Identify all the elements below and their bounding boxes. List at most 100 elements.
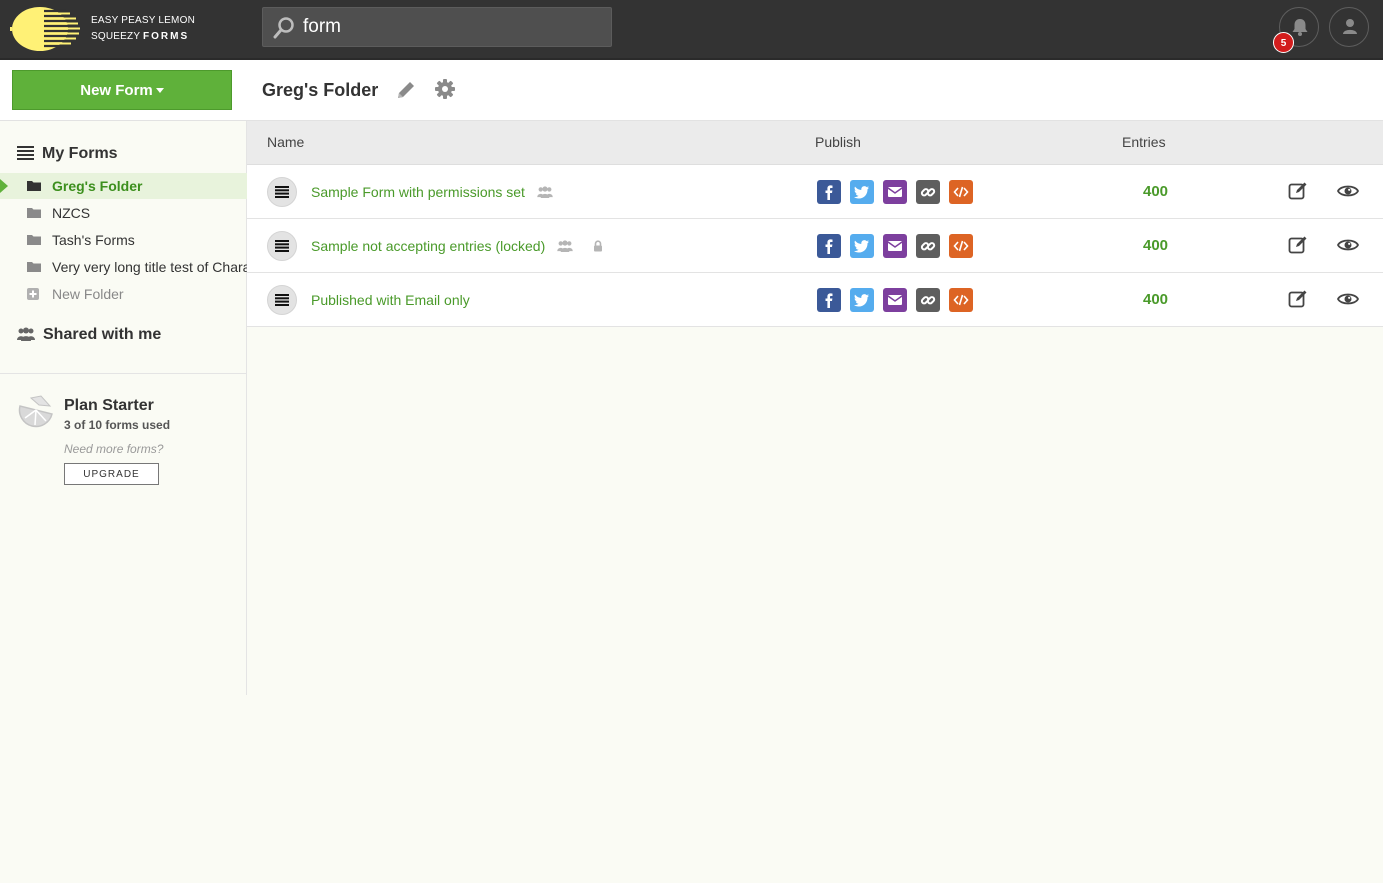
link-icon bbox=[920, 188, 936, 197]
entries-count[interactable]: 400 bbox=[1143, 291, 1168, 308]
folder-icon bbox=[27, 208, 41, 218]
column-header-name[interactable]: Name bbox=[267, 134, 304, 150]
my-forms-label: My Forms bbox=[42, 145, 118, 162]
folder-label: Tash's Forms bbox=[52, 232, 135, 248]
sidebar: My Forms Greg's Folder NZCS Tash's Forms… bbox=[0, 121, 247, 695]
envelope-icon bbox=[887, 187, 903, 197]
publish-facebook-button[interactable] bbox=[817, 180, 841, 204]
pencil-icon[interactable] bbox=[395, 79, 417, 101]
form-title-link[interactable]: Sample Form with permissions set bbox=[311, 184, 553, 200]
publish-email-button[interactable] bbox=[883, 180, 907, 204]
plus-square-icon bbox=[27, 288, 39, 300]
brand-line-2-a: SQUEEZY bbox=[91, 31, 141, 42]
plan-usage: 3 of 10 forms used bbox=[64, 418, 171, 432]
sidebar-divider bbox=[0, 373, 246, 374]
publish-facebook-button[interactable] bbox=[817, 234, 841, 258]
folder-label: Very very long title test of Characters bbox=[52, 259, 247, 275]
top-header: EASY PEASY LEMON SQUEEZY FORMS 5 bbox=[0, 0, 1383, 60]
sidebar-folder-tashs-forms[interactable]: Tash's Forms bbox=[0, 227, 247, 253]
publish-twitter-button[interactable] bbox=[850, 180, 874, 204]
code-icon bbox=[953, 186, 969, 198]
publish-link-button[interactable] bbox=[916, 180, 940, 204]
new-form-button[interactable]: New Form bbox=[12, 70, 232, 110]
list-icon bbox=[17, 146, 34, 160]
folder-icon bbox=[27, 181, 41, 191]
brand-line-2-b: FORMS bbox=[143, 31, 190, 42]
form-title: Sample Form with permissions set bbox=[311, 184, 525, 200]
folder-label: Greg's Folder bbox=[52, 178, 143, 194]
search-input[interactable] bbox=[303, 8, 603, 46]
table-row: Sample not accepting entries (locked) 40… bbox=[247, 219, 1383, 273]
users-icon bbox=[17, 327, 35, 341]
facebook-icon bbox=[825, 293, 833, 308]
sidebar-folder-nzcs[interactable]: NZCS bbox=[0, 200, 247, 226]
brand-line-2: SQUEEZY FORMS bbox=[91, 29, 195, 45]
users-icon bbox=[537, 186, 553, 198]
publish-email-button[interactable] bbox=[883, 288, 907, 312]
upgrade-button[interactable]: UPGRADE bbox=[64, 463, 159, 485]
link-icon bbox=[920, 242, 936, 251]
column-header-publish: Publish bbox=[815, 134, 861, 150]
code-icon bbox=[953, 240, 969, 252]
edit-icon[interactable] bbox=[1288, 181, 1308, 201]
form-title-link[interactable]: Published with Email only bbox=[311, 292, 470, 308]
form-title: Sample not accepting entries (locked) bbox=[311, 238, 546, 254]
form-list-icon[interactable] bbox=[267, 231, 297, 261]
facebook-icon bbox=[825, 185, 833, 200]
lemon-slice-icon bbox=[18, 395, 53, 428]
publish-twitter-button[interactable] bbox=[850, 288, 874, 312]
entries-count[interactable]: 400 bbox=[1143, 237, 1168, 254]
active-indicator bbox=[0, 179, 8, 193]
form-list-icon[interactable] bbox=[267, 177, 297, 207]
edit-icon[interactable] bbox=[1288, 235, 1308, 255]
gear-icon[interactable] bbox=[434, 78, 456, 100]
facebook-icon bbox=[825, 239, 833, 254]
my-forms-heading[interactable]: My Forms bbox=[17, 145, 118, 163]
code-icon bbox=[953, 294, 969, 306]
caret-down-icon bbox=[155, 88, 164, 94]
publish-twitter-button[interactable] bbox=[850, 234, 874, 258]
publish-email-button[interactable] bbox=[883, 234, 907, 258]
table-row: Published with Email only 400 bbox=[247, 273, 1383, 327]
shared-with-me-heading[interactable]: Shared with me bbox=[17, 326, 161, 344]
folder-title: Greg's Folder bbox=[262, 80, 379, 100]
edit-icon[interactable] bbox=[1288, 289, 1308, 309]
notification-count-badge: 5 bbox=[1273, 32, 1294, 53]
lock-icon bbox=[594, 240, 603, 252]
entries-count[interactable]: 400 bbox=[1143, 183, 1168, 200]
lemon-logo-icon[interactable] bbox=[10, 5, 82, 53]
users-icon bbox=[557, 240, 573, 252]
column-header-entries[interactable]: Entries bbox=[1122, 134, 1166, 150]
envelope-icon bbox=[887, 295, 903, 305]
publish-embed-button[interactable] bbox=[949, 234, 973, 258]
publish-link-button[interactable] bbox=[916, 234, 940, 258]
eye-icon[interactable] bbox=[1337, 183, 1359, 199]
plan-need-more: Need more forms? bbox=[64, 442, 164, 456]
publish-link-button[interactable] bbox=[916, 288, 940, 312]
sidebar-folder-gregs-folder[interactable]: Greg's Folder bbox=[0, 173, 247, 199]
bell-icon bbox=[1292, 19, 1308, 36]
sidebar-new-folder[interactable]: New Folder bbox=[0, 281, 247, 307]
twitter-icon bbox=[854, 186, 869, 199]
publish-embed-button[interactable] bbox=[949, 288, 973, 312]
toolbar: New Form Greg's Folder bbox=[0, 60, 1383, 121]
folder-icon bbox=[27, 262, 41, 272]
sidebar-folder-long-title[interactable]: Very very long title test of Characters bbox=[0, 254, 247, 280]
publish-embed-button[interactable] bbox=[949, 180, 973, 204]
brand-name: EASY PEASY LEMON SQUEEZY FORMS bbox=[91, 13, 195, 45]
envelope-icon bbox=[887, 241, 903, 251]
folder-label: NZCS bbox=[52, 205, 91, 221]
brand-line-1: EASY PEASY LEMON bbox=[91, 15, 195, 26]
form-title-link[interactable]: Sample not accepting entries (locked) bbox=[311, 238, 603, 254]
form-list-icon[interactable] bbox=[267, 285, 297, 315]
link-icon bbox=[920, 296, 936, 305]
publish-facebook-button[interactable] bbox=[817, 288, 841, 312]
eye-icon[interactable] bbox=[1337, 291, 1359, 307]
twitter-icon bbox=[854, 240, 869, 253]
user-menu-button[interactable] bbox=[1329, 7, 1369, 47]
twitter-icon bbox=[854, 294, 869, 307]
table-header: Name Publish Entries bbox=[247, 121, 1383, 165]
new-form-label: New Form bbox=[80, 81, 153, 99]
user-icon bbox=[1343, 19, 1357, 34]
eye-icon[interactable] bbox=[1337, 237, 1359, 253]
